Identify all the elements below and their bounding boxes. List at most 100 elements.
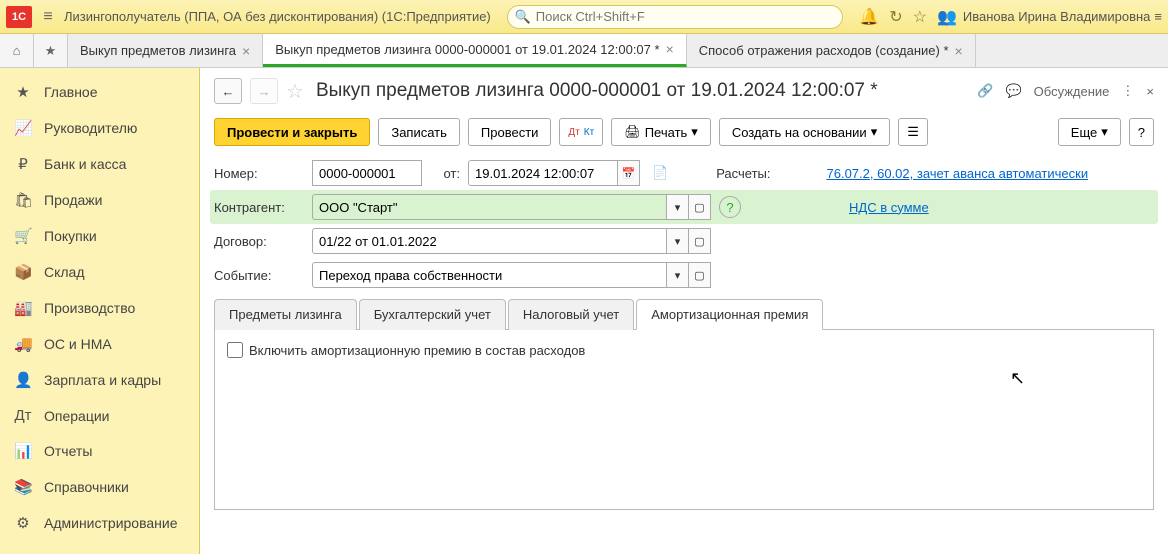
- dtkt-icon: Дт: [14, 407, 32, 424]
- discussion-icon[interactable]: 💬: [1005, 83, 1021, 99]
- users-icon[interactable]: 👥: [937, 7, 957, 27]
- event-field[interactable]: [312, 262, 667, 288]
- calendar-icon[interactable]: 📅: [618, 160, 640, 186]
- chevron-down-icon: ▾: [691, 124, 698, 140]
- favorite-star-icon[interactable]: ☆: [286, 79, 304, 104]
- sidebar-item-dictionaries[interactable]: 📚Справочники: [0, 469, 199, 505]
- settlements-label: Расчеты:: [716, 166, 770, 181]
- sidebar-item-assets[interactable]: 🚚 ОС и НМА: [0, 326, 199, 362]
- close-icon[interactable]: ×: [666, 41, 674, 57]
- sidebar-item-warehouse[interactable]: 📦Склад: [0, 254, 199, 290]
- row-contractor: Контрагент: ▾ ▢ ? НДС в сумме: [210, 190, 1158, 224]
- menu-icon[interactable]: ≡: [38, 8, 58, 26]
- contractor-field[interactable]: [312, 194, 667, 220]
- books-icon: 📚: [14, 478, 32, 496]
- include-premium-checkbox[interactable]: [227, 342, 243, 358]
- open-icon[interactable]: ▢: [689, 194, 711, 220]
- close-icon[interactable]: ×: [1146, 84, 1154, 99]
- sidebar-label: Зарплата и кадры: [44, 372, 161, 388]
- app-tab-2[interactable]: Способ отражения расходов (создание) * ×: [687, 34, 976, 67]
- sidebar-item-bank[interactable]: ₽Банк и касса: [0, 146, 199, 182]
- checkbox-label: Включить амортизационную премию в состав…: [249, 343, 585, 358]
- open-icon[interactable]: ▢: [689, 262, 711, 288]
- row-event: Событие: ▾ ▢: [214, 262, 1154, 288]
- factory-icon: 🏭: [14, 299, 32, 317]
- post-button[interactable]: Провести: [468, 118, 552, 146]
- checkbox-row: Включить амортизационную премию в состав…: [227, 342, 1141, 358]
- create-based-button[interactable]: Создать на основании▾: [719, 118, 890, 146]
- more-button[interactable]: Еще▾: [1058, 118, 1121, 146]
- discussion-label[interactable]: Обсуждение: [1034, 84, 1110, 99]
- tab-label: Выкуп предметов лизинга: [80, 43, 236, 58]
- help-button[interactable]: ?: [1129, 118, 1154, 146]
- contract-combo: ▾ ▢: [312, 228, 711, 254]
- row-contract: Договор: ▾ ▢: [214, 228, 1154, 254]
- structure-button[interactable]: ☰: [898, 118, 928, 146]
- sidebar-item-operations[interactable]: Дт Операции: [0, 398, 199, 433]
- from-label: от:: [430, 166, 460, 181]
- sidebar-item-production[interactable]: 🏭 Производство: [0, 290, 199, 326]
- close-icon[interactable]: ×: [242, 43, 250, 59]
- print-button[interactable]: 🖨Печать▾: [611, 118, 711, 146]
- sidebar-label: Главное: [44, 84, 98, 100]
- heading: ← → ☆ Выкуп предметов лизинга 0000-00000…: [214, 78, 1154, 104]
- report-icon: 📊: [14, 442, 32, 460]
- chevron-down-icon[interactable]: ▾: [667, 194, 689, 220]
- truck-icon: 🚚: [14, 335, 32, 353]
- app-tab-0[interactable]: Выкуп предметов лизинга ×: [68, 34, 263, 67]
- person-icon: 👤: [14, 371, 32, 389]
- doc-tab-tax[interactable]: Налоговый учет: [508, 299, 634, 330]
- help-icon[interactable]: ?: [719, 196, 741, 218]
- sidebar-item-manager[interactable]: 📈Руководителю: [0, 110, 199, 146]
- star-icon[interactable]: ☆: [913, 7, 927, 27]
- user-name: Иванова Ирина Владимировна: [963, 9, 1151, 24]
- sidebar-label: Покупки: [44, 228, 97, 244]
- sidebar-item-sales[interactable]: 🛍Продажи: [0, 182, 199, 218]
- tab-content: Включить амортизационную премию в состав…: [214, 330, 1154, 510]
- sidebar-label: Банк и касса: [44, 156, 126, 172]
- forward-button[interactable]: →: [250, 78, 278, 104]
- post-and-close-button[interactable]: Провести и закрыть: [214, 118, 370, 146]
- date-field[interactable]: [468, 160, 618, 186]
- settlements-link[interactable]: 76.07.2, 60.02, зачет аванса автоматичес…: [827, 166, 1089, 181]
- contractor-combo: ▾ ▢: [312, 194, 711, 220]
- number-field[interactable]: [312, 160, 422, 186]
- more-icon[interactable]: ⋮: [1121, 83, 1134, 99]
- bell-icon[interactable]: 🔔: [859, 7, 879, 27]
- favorites-tab[interactable]: ★: [34, 34, 68, 67]
- vat-link[interactable]: НДС в сумме: [849, 200, 929, 215]
- main: ★Главное 📈Руководителю ₽Банк и касса 🛍Пр…: [0, 68, 1168, 554]
- sidebar-label: Продажи: [44, 192, 102, 208]
- sidebar-label: Производство: [44, 300, 135, 316]
- dtkt-button[interactable]: ДтКт: [559, 118, 603, 146]
- printer-icon: 🖨: [624, 124, 641, 140]
- doc-tab-amort[interactable]: Амортизационная премия: [636, 299, 823, 330]
- open-icon[interactable]: ▢: [689, 228, 711, 254]
- sidebar-label: Операции: [44, 408, 110, 424]
- sidebar-item-reports[interactable]: 📊Отчеты: [0, 433, 199, 469]
- sidebar-label: ОС и НМА: [44, 336, 112, 352]
- app-tab-1[interactable]: Выкуп предметов лизинга 0000-000001 от 1…: [263, 34, 687, 67]
- contract-field[interactable]: [312, 228, 667, 254]
- back-button[interactable]: ←: [214, 78, 242, 104]
- home-tab[interactable]: ⌂: [0, 34, 34, 67]
- link-icon[interactable]: 🔗: [977, 83, 993, 99]
- current-user[interactable]: Иванова Ирина Владимировна ≡: [963, 9, 1162, 24]
- menu-equals-icon[interactable]: ≡: [1154, 9, 1162, 24]
- event-combo: ▾ ▢: [312, 262, 711, 288]
- save-button[interactable]: Записать: [378, 118, 460, 146]
- search-input[interactable]: [507, 5, 844, 29]
- sidebar-item-purchases[interactable]: 🛒Покупки: [0, 218, 199, 254]
- chevron-down-icon[interactable]: ▾: [667, 262, 689, 288]
- sidebar-item-main[interactable]: ★Главное: [0, 74, 199, 110]
- history-icon[interactable]: ↻: [889, 7, 902, 27]
- sidebar-item-admin[interactable]: ⚙Администрирование: [0, 505, 199, 541]
- chevron-down-icon[interactable]: ▾: [667, 228, 689, 254]
- post-flag-icon[interactable]: 📄: [652, 165, 668, 181]
- chart-icon: 📈: [14, 119, 32, 137]
- sidebar-item-hr[interactable]: 👤 Зарплата и кадры: [0, 362, 199, 398]
- tab-label: Выкуп предметов лизинга 0000-000001 от 1…: [275, 42, 659, 57]
- doc-tab-items[interactable]: Предметы лизинга: [214, 299, 357, 330]
- close-icon[interactable]: ×: [955, 43, 963, 59]
- doc-tab-accounting[interactable]: Бухгалтерский учет: [359, 299, 506, 330]
